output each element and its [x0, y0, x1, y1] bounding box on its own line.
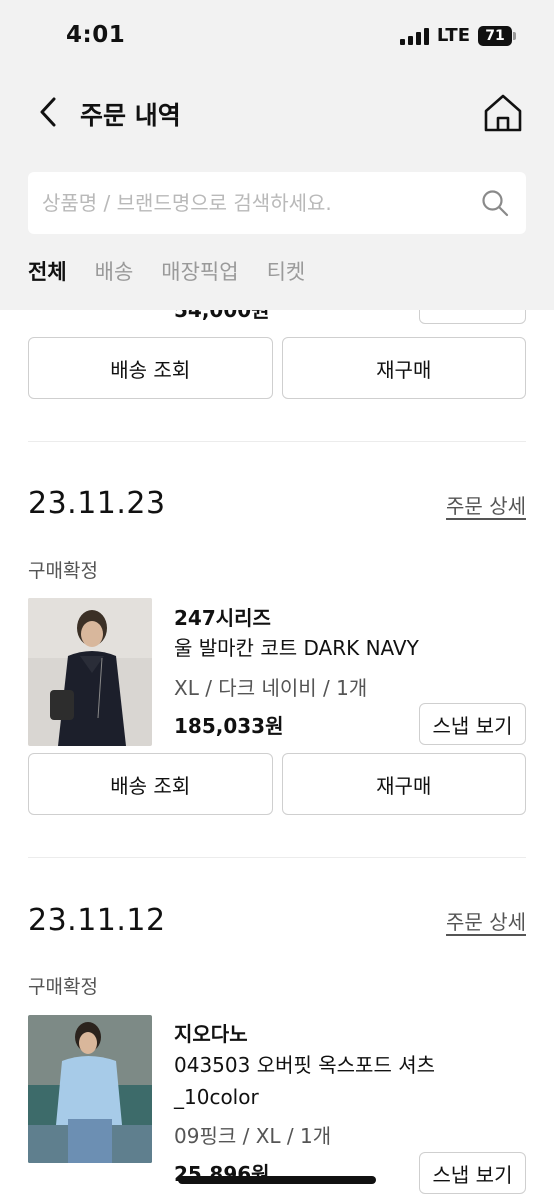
filter-tabs: 전체 배송 매장픽업 티켓 — [28, 256, 305, 286]
page-title: 주문 내역 — [80, 101, 181, 130]
rebuy-button[interactable]: 재구매 — [281, 753, 526, 815]
status-bar: 4:01 LTE 71 — [0, 0, 554, 70]
order-divider — [28, 857, 526, 858]
product-name-suffix[interactable]: _10color — [174, 1081, 514, 1113]
battery-icon: 71 — [478, 25, 516, 46]
product-option: XL / 다크 네이비 / 1개 — [174, 676, 368, 700]
order-detail-link[interactable]: 주문 상세 — [446, 906, 526, 935]
product-price: 185,033원 — [174, 714, 284, 738]
snap-view-button[interactable]: 스냅 보기 — [419, 703, 526, 745]
track-shipping-button[interactable]: 배송 조회 — [28, 753, 273, 815]
brand-name: 지오다노 — [174, 1022, 248, 1046]
product-option: 09핑크 / XL / 1개 — [174, 1124, 332, 1148]
battery-level: 71 — [478, 25, 512, 46]
home-indicator — [178, 1176, 376, 1184]
tab-delivery[interactable]: 배송 — [95, 256, 134, 286]
signal-icon — [399, 27, 429, 45]
product-thumbnail[interactable] — [28, 1015, 152, 1163]
order-actions: 배송 조회 재구매 — [28, 753, 526, 815]
status-indicators: LTE 71 — [399, 25, 516, 46]
home-icon[interactable] — [480, 90, 526, 136]
brand-name: 247시리즈 — [174, 606, 271, 630]
nav-bar: 주문 내역 — [0, 80, 554, 144]
search-input[interactable] — [42, 172, 472, 234]
snap-view-button[interactable]: 스냅 보기 — [419, 1152, 526, 1194]
status-time: 4:01 — [66, 22, 126, 48]
track-shipping-button[interactable]: 배송 조회 — [28, 337, 273, 399]
tab-store-pickup[interactable]: 매장픽업 — [161, 256, 238, 286]
search-bar — [28, 172, 526, 234]
header: 4:01 LTE 71 주문 내역 상품명 / 브랜드명으로 검색하세요. 전체… — [0, 0, 554, 310]
order-divider — [28, 441, 526, 442]
product-name[interactable]: 043503 오버핏 옥스포드 셔츠 — [174, 1049, 514, 1081]
search-icon[interactable] — [480, 188, 510, 218]
order-detail-link[interactable]: 주문 상세 — [446, 490, 526, 519]
previous-order-actions: 배송 조회 재구매 — [28, 337, 526, 399]
order-status: 구매확정 — [28, 976, 98, 998]
tab-ticket[interactable]: 티켓 — [267, 256, 306, 286]
product-thumbnail[interactable] — [28, 598, 152, 746]
tab-all[interactable]: 전체 — [28, 256, 67, 286]
order-status: 구매확정 — [28, 560, 98, 582]
order-date: 23.11.23 — [28, 486, 166, 521]
rebuy-button[interactable]: 재구매 — [281, 337, 526, 399]
network-type: LTE — [436, 25, 470, 46]
chevron-left-icon[interactable] — [30, 90, 70, 134]
product-name[interactable]: 울 발마칸 코트 DARK NAVY — [174, 632, 514, 664]
order-date: 23.11.12 — [28, 903, 166, 938]
